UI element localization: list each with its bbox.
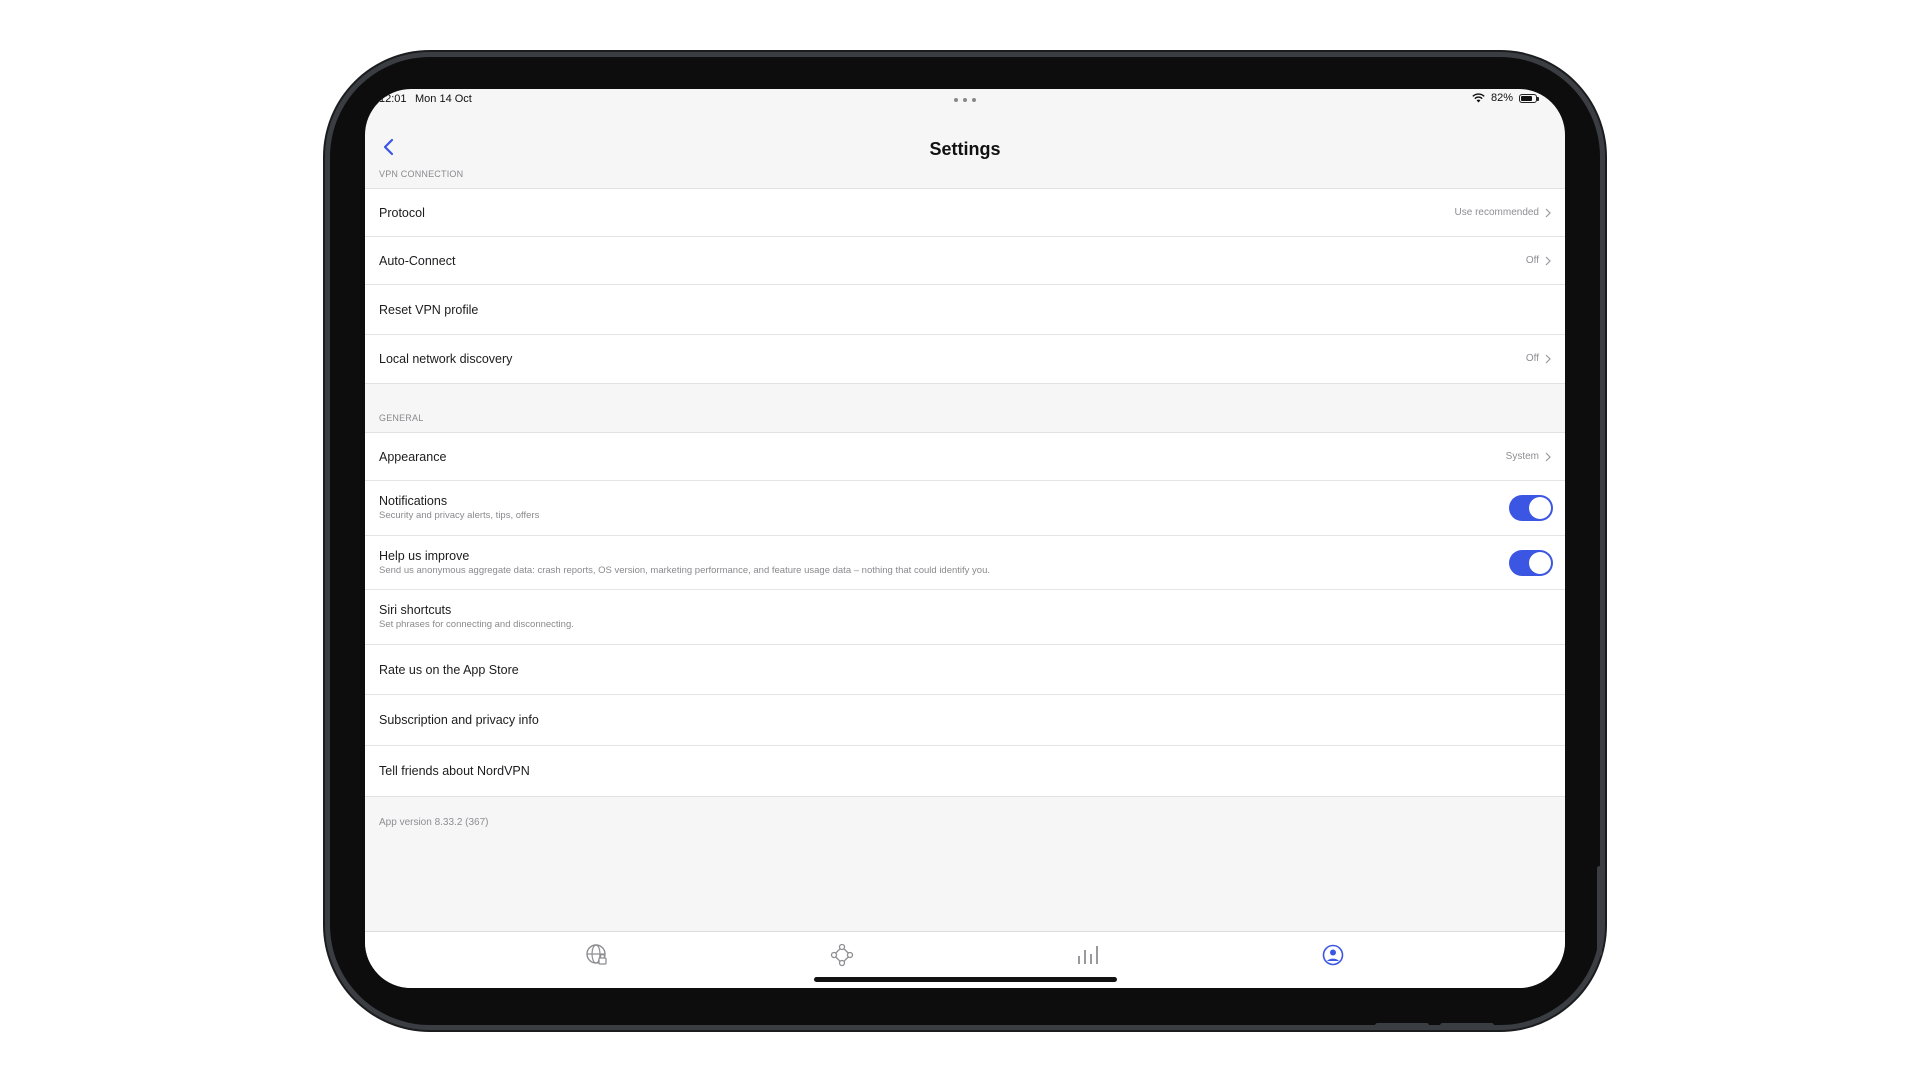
row-title: Local network discovery	[379, 352, 513, 366]
volume-down-button	[1440, 1023, 1494, 1028]
section-header-general: GENERAL	[379, 413, 424, 423]
rate-app-store-row[interactable]: Rate us on the App Store	[365, 645, 1565, 695]
wifi-icon	[1472, 93, 1485, 103]
chevron-right-icon	[1545, 452, 1551, 462]
tab-bar	[365, 931, 1565, 988]
protocol-row[interactable]: Protocol Use recommended	[365, 189, 1565, 237]
navigation-bar: Settings	[365, 119, 1565, 169]
status-date: Mon 14 Oct	[415, 93, 472, 105]
row-value: System	[1505, 451, 1539, 462]
row-title: Help us improve	[379, 549, 470, 563]
auto-connect-row[interactable]: Auto-Connect Off	[365, 237, 1565, 285]
battery-icon	[1519, 93, 1539, 103]
help-us-improve-row: Help us improve Send us anonymous aggreg…	[365, 536, 1565, 590]
stats-bars-icon[interactable]	[1075, 942, 1101, 968]
row-title: Reset VPN profile	[379, 303, 479, 317]
page-title: Settings	[929, 139, 1001, 159]
row-value: Use recommended	[1454, 207, 1539, 218]
meshnet-icon[interactable]	[829, 942, 855, 968]
multitasking-dots[interactable]	[954, 98, 976, 102]
row-subtitle: Set phrases for connecting and disconnec…	[379, 619, 574, 630]
local-network-discovery-row[interactable]: Local network discovery Off	[365, 335, 1565, 383]
section-header-vpn: VPN CONNECTION	[379, 169, 464, 179]
app-version: App version 8.33.2 (367)	[379, 817, 489, 828]
status-indicators: 82%	[1472, 92, 1539, 104]
battery-percent: 82%	[1490, 92, 1513, 104]
status-bar: 12:01 Mon 14 Oct 82%	[365, 89, 1565, 119]
help-us-improve-toggle[interactable]	[1509, 550, 1553, 576]
row-title: Appearance	[379, 450, 447, 464]
chevron-right-icon	[1545, 256, 1551, 266]
row-title: Notifications	[379, 494, 448, 508]
chevron-right-icon	[1545, 208, 1551, 218]
appearance-row[interactable]: Appearance System	[365, 433, 1565, 481]
chevron-right-icon	[1545, 354, 1551, 364]
reset-vpn-profile-row[interactable]: Reset VPN profile	[365, 285, 1565, 335]
volume-up-button	[1375, 1023, 1429, 1028]
row-title: Tell friends about NordVPN	[379, 764, 530, 778]
row-value: Off	[1525, 353, 1539, 364]
row-title: Siri shortcuts	[379, 603, 452, 617]
general-group: Appearance System Notifications Security…	[365, 432, 1565, 797]
subscription-privacy-row[interactable]: Subscription and privacy info	[365, 695, 1565, 746]
notifications-row: Notifications Security and privacy alert…	[365, 481, 1565, 536]
row-title: Rate us on the App Store	[379, 663, 519, 677]
profile-icon[interactable]	[1320, 942, 1346, 968]
row-subtitle: Send us anonymous aggregate data: crash …	[379, 565, 991, 576]
row-title: Auto-Connect	[379, 254, 456, 268]
row-title: Protocol	[379, 206, 425, 220]
side-button	[1597, 866, 1602, 956]
screen: 12:01 Mon 14 Oct 82% Settings VPN CONNEC…	[365, 89, 1565, 988]
row-subtitle: Security and privacy alerts, tips, offer…	[379, 510, 540, 521]
row-title: Subscription and privacy info	[379, 713, 539, 727]
tell-friends-row[interactable]: Tell friends about NordVPN	[365, 746, 1565, 796]
status-time: 12:01	[379, 93, 407, 105]
vpn-connection-group: Protocol Use recommended Auto-Connect Of…	[365, 188, 1565, 384]
row-value: Off	[1525, 255, 1539, 266]
home-indicator[interactable]	[814, 977, 1117, 982]
siri-shortcuts-row[interactable]: Siri shortcuts Set phrases for connectin…	[365, 590, 1565, 645]
notifications-toggle[interactable]	[1509, 495, 1553, 521]
globe-lock-icon[interactable]	[584, 942, 610, 968]
